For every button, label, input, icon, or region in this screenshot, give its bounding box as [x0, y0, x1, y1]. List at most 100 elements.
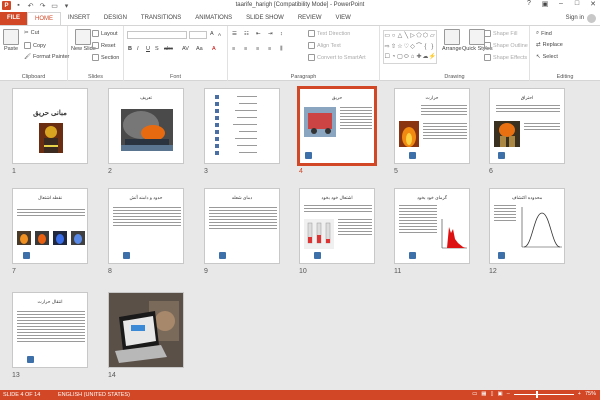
tab-transitions[interactable]: TRANSITIONS — [134, 12, 188, 25]
tab-review[interactable]: REVIEW — [291, 12, 329, 25]
editing-label: Editing — [556, 74, 574, 80]
shadow-icon[interactable]: S — [155, 46, 159, 52]
slide-thumbnail-11[interactable]: گرمای خود بخود — [394, 188, 470, 264]
italic-icon[interactable]: I — [137, 46, 139, 52]
justify-icon[interactable]: ≡ — [268, 46, 271, 52]
align-text-icon — [308, 42, 315, 49]
shape-outline-button[interactable]: Shape Outline — [484, 42, 528, 49]
convert-smartart-button[interactable]: Convert to SmartArt — [308, 54, 366, 61]
tab-animations[interactable]: ANIMATIONS — [188, 12, 239, 25]
bullets-icon[interactable]: ☰ — [232, 31, 237, 37]
minimize-icon[interactable]: – — [556, 0, 566, 8]
align-right-icon[interactable]: ≡ — [256, 46, 259, 52]
find-button[interactable]: ⌕ Find — [536, 30, 552, 37]
slide-thumbnail-4[interactable]: حریق — [297, 86, 377, 166]
slide-thumbnail-14[interactable] — [108, 292, 184, 368]
underline-icon[interactable]: U — [146, 46, 150, 52]
cut-button[interactable]: ✂ Cut — [24, 30, 39, 36]
slide-icon — [409, 152, 416, 159]
font-size-combo[interactable] — [189, 31, 207, 39]
user-icon[interactable] — [587, 14, 596, 23]
select-button[interactable]: ↖ Select — [536, 54, 558, 60]
font-color-icon[interactable]: A — [212, 46, 216, 52]
grow-font-icon[interactable]: A — [210, 31, 214, 37]
replace-button[interactable]: ⇄ Replace — [536, 42, 563, 48]
slide-text-lines — [113, 207, 181, 228]
copy-button[interactable]: Copy — [24, 42, 46, 49]
slide-count-status[interactable]: SLIDE 4 OF 14 — [3, 392, 40, 398]
decrease-indent-icon[interactable]: ⇤ — [256, 31, 261, 37]
paste-button[interactable]: Paste — [3, 29, 19, 52]
zoom-in-icon[interactable]: + — [578, 391, 581, 397]
line-spacing-icon[interactable]: ↕ — [280, 31, 283, 37]
numbering-icon[interactable]: ☷ — [244, 31, 249, 37]
slide-thumbnail-6[interactable]: احتراق — [489, 88, 565, 164]
align-text-button[interactable]: Align Text — [308, 42, 341, 49]
slide-thumbnail-13[interactable]: انتقال حرارت — [12, 292, 88, 368]
slide-thumbnail-7[interactable]: نقطه اشتعال — [12, 188, 88, 264]
zoom-slider-thumb[interactable] — [535, 390, 538, 398]
new-slide-icon — [75, 29, 92, 45]
tab-design[interactable]: DESIGN — [97, 12, 134, 25]
increase-indent-icon[interactable]: ⇥ — [268, 31, 273, 37]
reading-view-icon[interactable]: ▯ — [490, 391, 493, 397]
tab-file[interactable]: FILE — [0, 12, 27, 25]
firefighters-image — [494, 121, 520, 147]
font-name-combo[interactable] — [127, 31, 187, 39]
shape-effects-button[interactable]: Shape Effects — [484, 54, 527, 61]
bold-icon[interactable]: B — [128, 46, 132, 52]
char-spacing-icon[interactable]: AV — [182, 46, 189, 52]
help-icon[interactable]: ? — [524, 0, 534, 8]
zoom-slider[interactable] — [513, 390, 574, 398]
strikethrough-icon[interactable]: abc — [164, 46, 173, 52]
arrange-button[interactable]: Arrange — [442, 29, 462, 52]
tab-slide-show[interactable]: SLIDE SHOW — [239, 12, 291, 25]
tab-view[interactable]: VIEW — [329, 12, 358, 25]
slide-thumbnail-5[interactable]: حرارت — [394, 88, 470, 164]
slide-thumbnail-12[interactable]: محدوده اکتشاف — [489, 188, 565, 264]
format-painter-button[interactable]: 🖌 Format Painter — [24, 54, 69, 60]
slide-thumbnail-2[interactable]: تعریف — [108, 88, 184, 164]
slideshow-view-icon[interactable]: ▣ — [498, 391, 503, 397]
tab-insert[interactable]: INSERT — [61, 12, 97, 25]
slide-thumbnail-8[interactable]: حدود و دامنه آتش — [108, 188, 184, 264]
close-icon[interactable]: ✕ — [588, 0, 598, 8]
slide-number: 1 — [12, 168, 16, 175]
font-group: A A B I U S abc AV Aa A Font — [124, 26, 228, 81]
columns-icon[interactable]: ⫼ — [280, 46, 283, 53]
change-case-icon[interactable]: Aa — [196, 46, 203, 52]
title-bar: P ▪ ↶ ↷ ▭ ▾ taarife_harigh [Compatibilit… — [0, 0, 600, 12]
reset-button[interactable]: Reset — [92, 42, 115, 49]
slide-text-lines — [304, 205, 372, 214]
ship-fire-image — [121, 109, 173, 151]
shape-fill-button[interactable]: Shape Fill — [484, 30, 517, 37]
reset-icon — [92, 42, 99, 49]
language-status[interactable]: ENGLISH (UNITED STATES) — [58, 392, 130, 398]
quick-styles-icon — [469, 29, 486, 45]
shapes-gallery[interactable]: ▭ ○ △ ╲ ▷ ⬠ ⬡ ▱ ⇨ ⇧ ☆ ♡ ◇ ⌒{} ☐ ◔ ▢ ⬭ ⌂ ✚ ☁ ⚡ — [383, 30, 437, 64]
arrange-icon — [443, 29, 460, 45]
text-direction-button[interactable]: Text Direction — [308, 30, 350, 37]
layout-button[interactable]: Layout — [92, 30, 118, 37]
slide-thumbnail-3[interactable] — [204, 88, 280, 164]
zoom-level[interactable]: 75% — [585, 391, 596, 397]
section-button[interactable]: Section — [92, 54, 119, 61]
align-left-icon[interactable]: ≡ — [232, 46, 235, 52]
zoom-out-icon[interactable]: – — [507, 391, 510, 397]
sign-in-link[interactable]: Sign in — [566, 15, 584, 21]
tab-home[interactable]: HOME — [27, 12, 61, 25]
normal-view-icon[interactable]: ▭ — [472, 391, 477, 397]
slide-number: 6 — [489, 168, 493, 175]
ribbon-display-icon[interactable]: ▣ — [540, 0, 550, 8]
slide-number: 9 — [204, 268, 208, 275]
align-center-icon[interactable]: ≡ — [244, 46, 247, 52]
slide-thumbnail-1[interactable]: مبانی حریق — [12, 88, 88, 164]
slide-number: 7 — [12, 268, 16, 275]
laptop-photo-image — [109, 293, 183, 367]
slide-thumbnail-10[interactable]: اشتعال خود بخود — [299, 188, 375, 264]
maximize-icon[interactable]: □ — [572, 0, 582, 8]
slide-thumbnail-9[interactable]: دمای شعله — [204, 188, 280, 264]
shrink-font-icon[interactable]: A — [218, 32, 221, 37]
slide-icon — [219, 252, 226, 259]
slide-sorter-view-icon[interactable]: ▦ — [481, 391, 486, 397]
